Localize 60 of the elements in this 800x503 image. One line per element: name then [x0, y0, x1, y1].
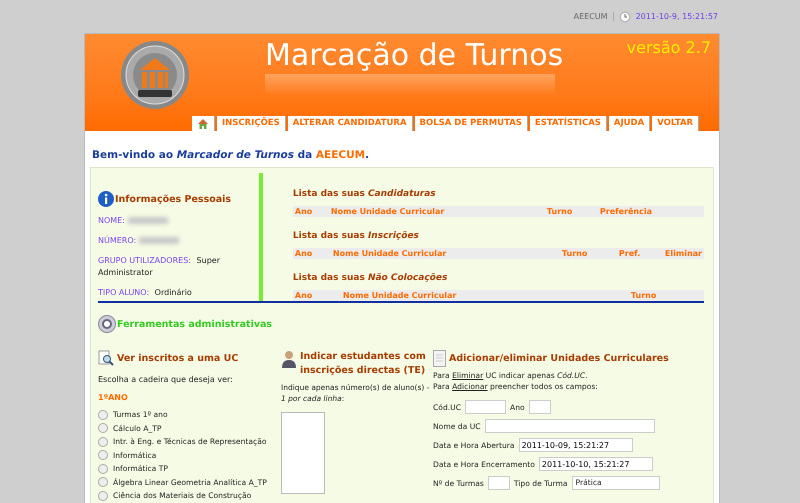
column-header: Ano — [294, 291, 314, 300]
radio-button[interactable] — [98, 464, 108, 474]
section-title: Indicar estudantes com inscrições directas (TE) — [300, 350, 427, 378]
radio-button[interactable] — [98, 436, 108, 447]
radio-button[interactable] — [98, 490, 108, 501]
column-header: Pref. — [618, 249, 642, 258]
nav-tab[interactable]: VOLTAR — [652, 116, 698, 131]
prompt-text: Escolha a cadeira que deseja ver: — [98, 374, 234, 385]
page-title: Marcação de Turnos — [265, 38, 564, 74]
section-title: Ferramentas administrativas — [117, 318, 272, 330]
column-header: Nome Unidade Curricular — [332, 249, 448, 258]
welcome-text: Bem-vindo ao Marcador de Turnos da AEECUM. — [92, 149, 370, 161]
info-line: TIPO ALUNO: Ordinário — [98, 287, 193, 299]
document-icon — [433, 350, 446, 367]
column-header: Ano — [294, 207, 314, 216]
list-title: Lista das suas Inscrições — [292, 231, 420, 241]
column-header: Nome Unidade Curricular — [330, 207, 446, 216]
nav-tab[interactable]: ALTERAR CANDIDATURA — [288, 116, 412, 131]
section-title: Adicionar/eliminar Unidades Curriculares — [449, 353, 669, 364]
list-title: Lista das suas Candidaturas — [292, 189, 437, 199]
text-field[interactable] — [488, 476, 510, 490]
section-title: Ver inscritos a uma UC — [117, 352, 238, 364]
magnifier-icon — [98, 350, 114, 366]
info-line: GRUPO UTILIZADORES: Super Administrator — [98, 255, 221, 279]
info-icon — [98, 191, 114, 207]
nav-tab[interactable]: AJUDA — [608, 116, 650, 131]
text-field[interactable] — [484, 419, 655, 433]
person-icon — [281, 350, 297, 368]
column-header: Preferência — [600, 207, 654, 216]
text-field[interactable]: 2011-10-09, 15:21:27 — [518, 438, 633, 452]
radio-button[interactable] — [98, 477, 108, 488]
text-field[interactable]: 2011-10-10, 15:21:27 — [538, 457, 653, 471]
column-header: Turno — [562, 249, 588, 258]
nav-tab[interactable]: BOLSA DE PERMUTAS — [414, 116, 527, 131]
version-label: versão 2.7 — [626, 38, 711, 57]
radio-button[interactable] — [98, 410, 108, 420]
radio-button[interactable] — [98, 423, 108, 434]
section-title: Informações Pessoais — [115, 194, 232, 204]
nav-tab[interactable]: INSCRIÇÕES — [217, 116, 285, 131]
column-header: Turno — [630, 291, 658, 300]
home-icon — [197, 118, 209, 129]
column-header: Eliminar — [664, 249, 702, 258]
field-label: NÚMERO: — [98, 236, 136, 245]
radio-button[interactable] — [98, 450, 108, 460]
date-time: 2011-10-9, 15:21:57 — [636, 12, 718, 21]
column-header: Nome Unidade Curricular — [342, 291, 458, 300]
site-name: AEECUM — [574, 12, 608, 21]
year-label: 1ºANO — [98, 393, 129, 402]
nav-tab[interactable] — [192, 116, 214, 131]
list-title: Lista das suas Não Colocações — [292, 273, 448, 283]
student-numbers-field[interactable] — [281, 412, 325, 494]
clock-icon — [618, 10, 631, 22]
column-header: Ano — [294, 249, 314, 258]
text-field[interactable] — [465, 400, 506, 414]
column-header: Turno — [546, 207, 574, 216]
field-label: NOME: — [98, 216, 125, 225]
text-field[interactable] — [528, 400, 551, 414]
gear-icon — [98, 315, 116, 333]
nav-tab[interactable]: ESTATÍSTICAS — [530, 116, 606, 131]
logo-drawing — [120, 40, 190, 110]
